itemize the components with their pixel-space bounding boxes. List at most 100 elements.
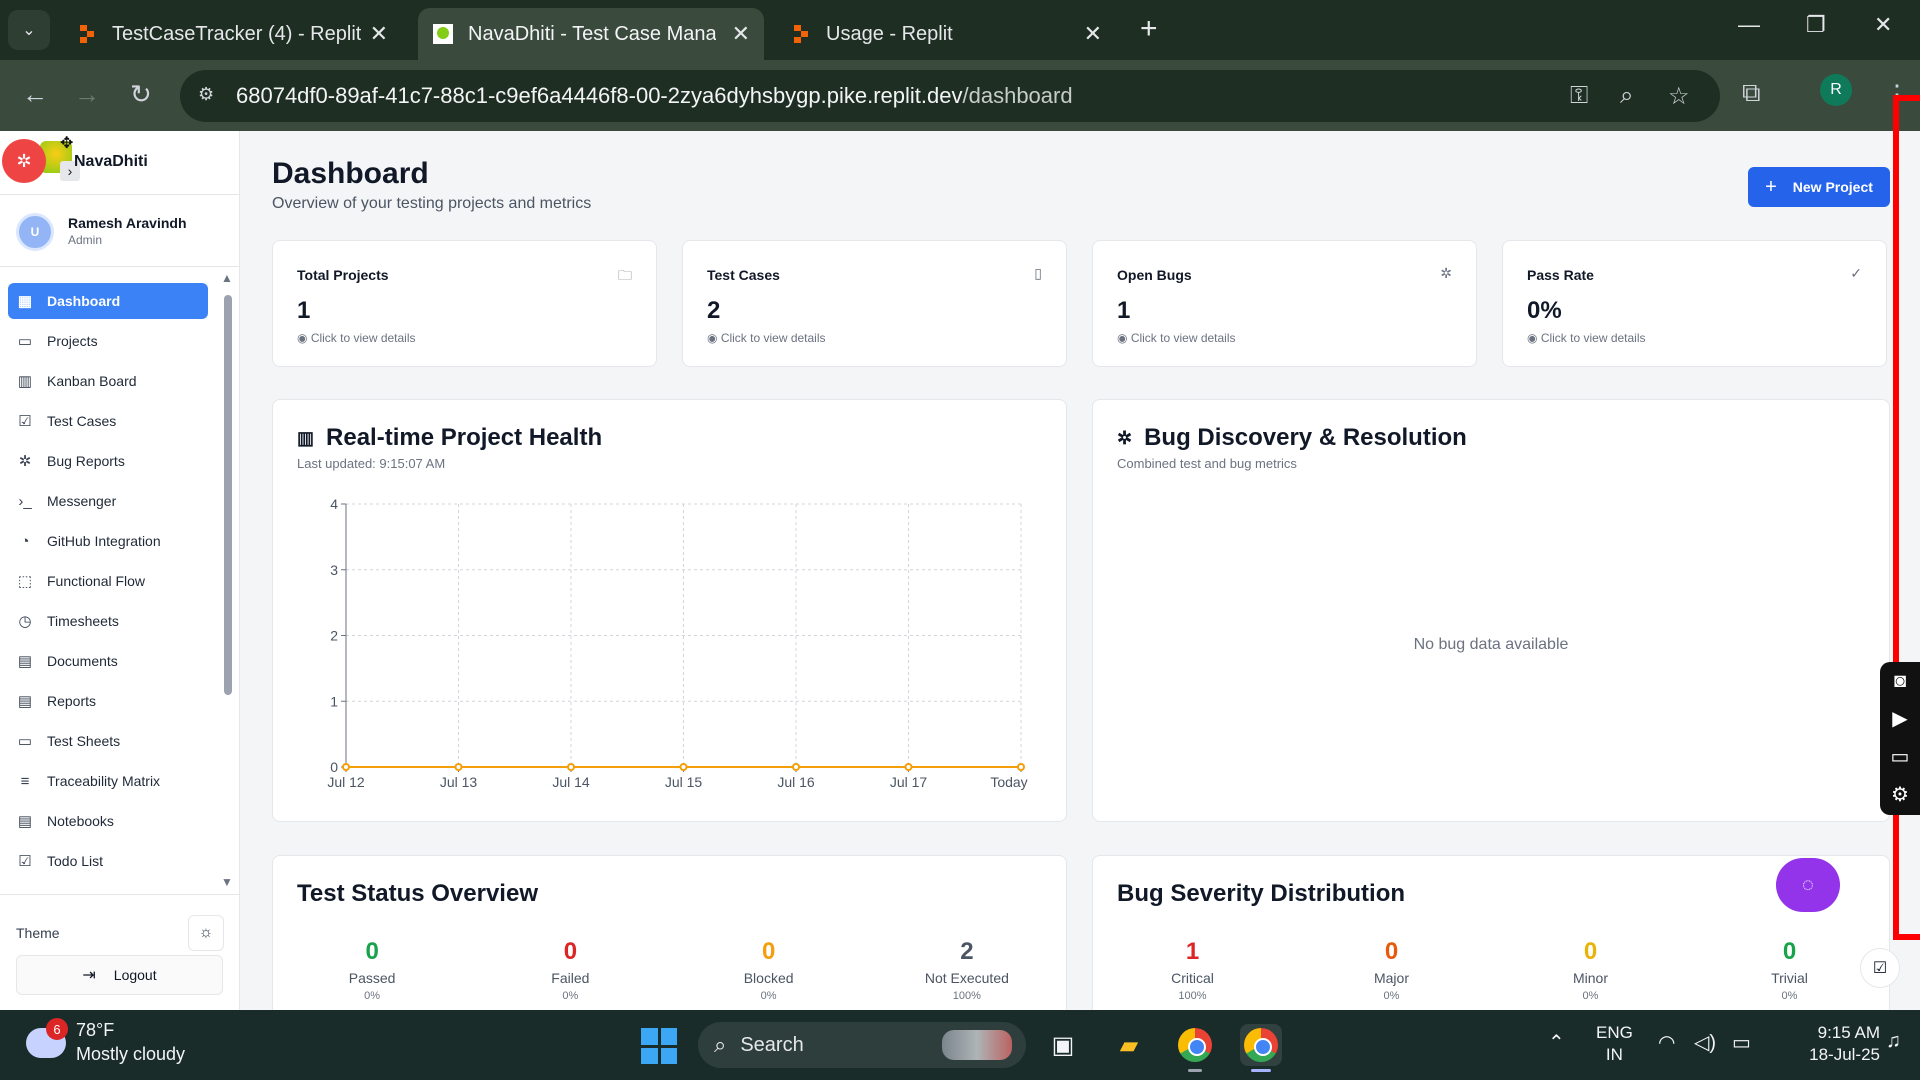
wifi-icon[interactable]: ◠ <box>1658 1030 1675 1055</box>
bookmark-star-icon[interactable]: ☆ <box>1668 82 1690 111</box>
card-title: ✲ Bug Discovery & Resolution <box>1117 424 1467 452</box>
metric-passed: 0 Passed 0% <box>273 938 471 1002</box>
metric-not-executed: 2 Not Executed 100% <box>868 938 1066 1002</box>
stat-hint-text: Click to view details <box>1540 331 1646 345</box>
theme-toggle-button[interactable]: ☼ <box>188 915 224 951</box>
minimize-button[interactable]: — <box>1738 12 1760 38</box>
video-icon[interactable]: ▶ <box>1880 700 1920 738</box>
github-icon: ◔ <box>20 532 30 550</box>
x-tick-label: Jul 14 <box>552 774 590 790</box>
sidebar-item-kanban-board[interactable]: ▥ Kanban Board <box>8 363 208 399</box>
zoom-icon[interactable]: ⌕ <box>1620 82 1633 110</box>
start-button[interactable] <box>641 1028 677 1064</box>
close-tab-icon[interactable]: ✕ <box>370 21 388 47</box>
metric-percent: 100% <box>1178 990 1207 1002</box>
stat-card-test-cases[interactable]: Test Cases ▯ 2 ◉ Click to view details <box>682 240 1067 367</box>
sidebar-item-functional-flow[interactable]: ⬚ Functional Flow <box>8 563 208 599</box>
forward-button[interactable]: → <box>74 80 100 108</box>
arrow-left-icon: ← <box>22 79 48 109</box>
reload-icon: ↻ <box>130 79 152 109</box>
window-icon[interactable]: ▭ <box>1880 738 1920 776</box>
check-circle-icon: ✓ <box>1850 265 1862 281</box>
file-explorer-icon[interactable]: ▰ <box>1108 1024 1150 1066</box>
sidebar-item-documents[interactable]: ▤ Documents <box>8 643 208 679</box>
stat-card-pass-rate[interactable]: Pass Rate ✓ 0% ◉ Click to view details <box>1502 240 1887 367</box>
sidebar-item-test-cases[interactable]: ☑ Test Cases <box>8 403 208 439</box>
address-bar[interactable]: ⚙ 68074df0-89af-41c7-88c1-c9ef6a4446f8-0… <box>180 70 1720 122</box>
metric-value: 0 <box>1782 938 1797 965</box>
tray-chevron-up-icon[interactable]: ⌃ <box>1548 1030 1565 1055</box>
url-text[interactable]: 68074df0-89af-41c7-88c1-c9ef6a4446f8-00-… <box>236 83 1073 109</box>
profile-avatar[interactable]: R <box>1820 74 1852 106</box>
sidebar-item-projects[interactable]: ▭ Projects <box>8 323 208 359</box>
system-clock[interactable]: 9:15 AM 18-Jul-25 <box>1780 1022 1880 1066</box>
browser-tab-usage[interactable]: Usage - Replit ✕ <box>776 8 1116 60</box>
password-key-icon[interactable]: ⚿ <box>1570 82 1588 110</box>
sidebar: ✲ ✥ › NavaDhiti U Ramesh Aravindh Admin … <box>0 131 240 1010</box>
sheet-icon: ▭ <box>17 733 33 750</box>
sidebar-item-bug-reports[interactable]: ✲ Bug Reports <box>8 443 208 479</box>
close-window-button[interactable]: ✕ <box>1874 12 1892 38</box>
browser-tab-testcasetracker[interactable]: TestCaseTracker (4) - Replit ✕ <box>62 8 402 60</box>
sidebar-item-reports[interactable]: ▤ Reports <box>8 683 208 719</box>
weather-condition[interactable]: Mostly cloudy <box>76 1044 185 1065</box>
metric-label: Minor <box>1572 970 1608 986</box>
chrome-profile-2-icon[interactable] <box>1240 1024 1282 1072</box>
back-button[interactable]: ← <box>22 80 48 108</box>
sidebar-item-messenger[interactable]: ›_ Messenger <box>8 483 208 519</box>
tab-search-button[interactable]: ⌄ <box>8 10 50 50</box>
reload-button[interactable]: ↻ <box>130 80 152 108</box>
taskbar-search[interactable]: ⌕ Search <box>698 1022 1026 1068</box>
sidebar-item-notebooks[interactable]: ▤ Notebooks <box>8 803 208 839</box>
chat-button[interactable]: ◌ <box>1776 858 1840 912</box>
notification-bell-icon[interactable]: ♫ <box>1886 1030 1901 1053</box>
scroll-up-arrow-icon[interactable]: ▲ <box>221 271 233 285</box>
move-handle-icon[interactable]: ✥ <box>60 133 73 153</box>
eye-icon: ◉ <box>1527 331 1541 345</box>
site-info-icon[interactable]: ⚙ <box>198 84 224 108</box>
sidebar-item-timesheets[interactable]: ◷ Timesheets <box>8 603 208 639</box>
stat-card-total-projects[interactable]: Total Projects 🗀 1 ◉ Click to view detai… <box>272 240 657 367</box>
sidebar-item-test-sheets[interactable]: ▭ Test Sheets <box>8 723 208 759</box>
close-tab-icon[interactable]: ✕ <box>732 21 750 47</box>
sidebar-item-dashboard[interactable]: ▦ Dashboard <box>8 283 208 319</box>
project-health-card: ▥ Real-time Project Health Last updated: … <box>272 399 1067 822</box>
extensions-button[interactable]: ⧉ <box>1742 78 1761 106</box>
x-tick-label: Jul 13 <box>440 774 478 790</box>
scroll-down-arrow-icon[interactable]: ▼ <box>221 875 233 889</box>
logout-button[interactable]: ⇥ Logout <box>16 955 223 995</box>
new-tab-button[interactable]: + <box>1140 14 1158 44</box>
tasks-button[interactable]: ☑ <box>1860 948 1900 988</box>
data-point <box>1017 763 1025 771</box>
sidebar-item-label: Todo List <box>47 853 104 869</box>
chrome-profile-1-icon[interactable] <box>1174 1024 1216 1072</box>
weather-temperature[interactable]: 78°F <box>76 1020 114 1041</box>
metric-value: 0 <box>1384 938 1399 965</box>
sidebar-item-todo-list[interactable]: ☑ Todo List <box>8 843 208 879</box>
new-project-button[interactable]: + New Project <box>1748 167 1890 207</box>
sidebar-item-traceability-matrix[interactable]: ≡ Traceability Matrix <box>8 763 208 799</box>
battery-icon[interactable]: ▭ <box>1732 1030 1751 1055</box>
task-view-icon[interactable]: ▣ <box>1042 1024 1084 1066</box>
sidebar-item-github-integration[interactable]: ◔ GitHub Integration <box>8 523 208 559</box>
clock-date: 18-Jul-25 <box>1809 1045 1880 1064</box>
gear-icon[interactable]: ⚙ <box>1880 776 1920 814</box>
browser-tab-navadhiti[interactable]: NavaDhiti - Test Case Managem ✕ <box>418 8 764 60</box>
sidebar-scrollbar[interactable] <box>224 295 232 695</box>
stat-card-open-bugs[interactable]: Open Bugs ✲ 1 ◉ Click to view details <box>1092 240 1477 367</box>
stat-label: Test Cases <box>707 267 780 283</box>
user-profile[interactable]: U Ramesh Aravindh Admin <box>0 195 239 267</box>
bug-report-fab[interactable]: ✲ <box>2 139 46 183</box>
restore-button[interactable]: ❐ <box>1806 12 1826 38</box>
volume-icon[interactable]: ◁) <box>1694 1030 1716 1055</box>
kanban-icon: ▥ <box>17 373 33 390</box>
theme-row: Theme ☼ <box>0 894 239 954</box>
stat-label: Open Bugs <box>1117 267 1192 283</box>
sidebar-item-label: Documents <box>47 653 118 669</box>
minimize-icon: — <box>1738 12 1760 37</box>
recording-toolbar: ◙ ▶ ▭ ⚙ <box>1880 662 1920 815</box>
close-tab-icon[interactable]: ✕ <box>1084 21 1102 47</box>
language-indicator[interactable]: ENG IN <box>1596 1022 1633 1066</box>
camera-icon[interactable]: ◙ <box>1880 662 1920 700</box>
tab-title: TestCaseTracker (4) - Replit <box>112 22 362 45</box>
